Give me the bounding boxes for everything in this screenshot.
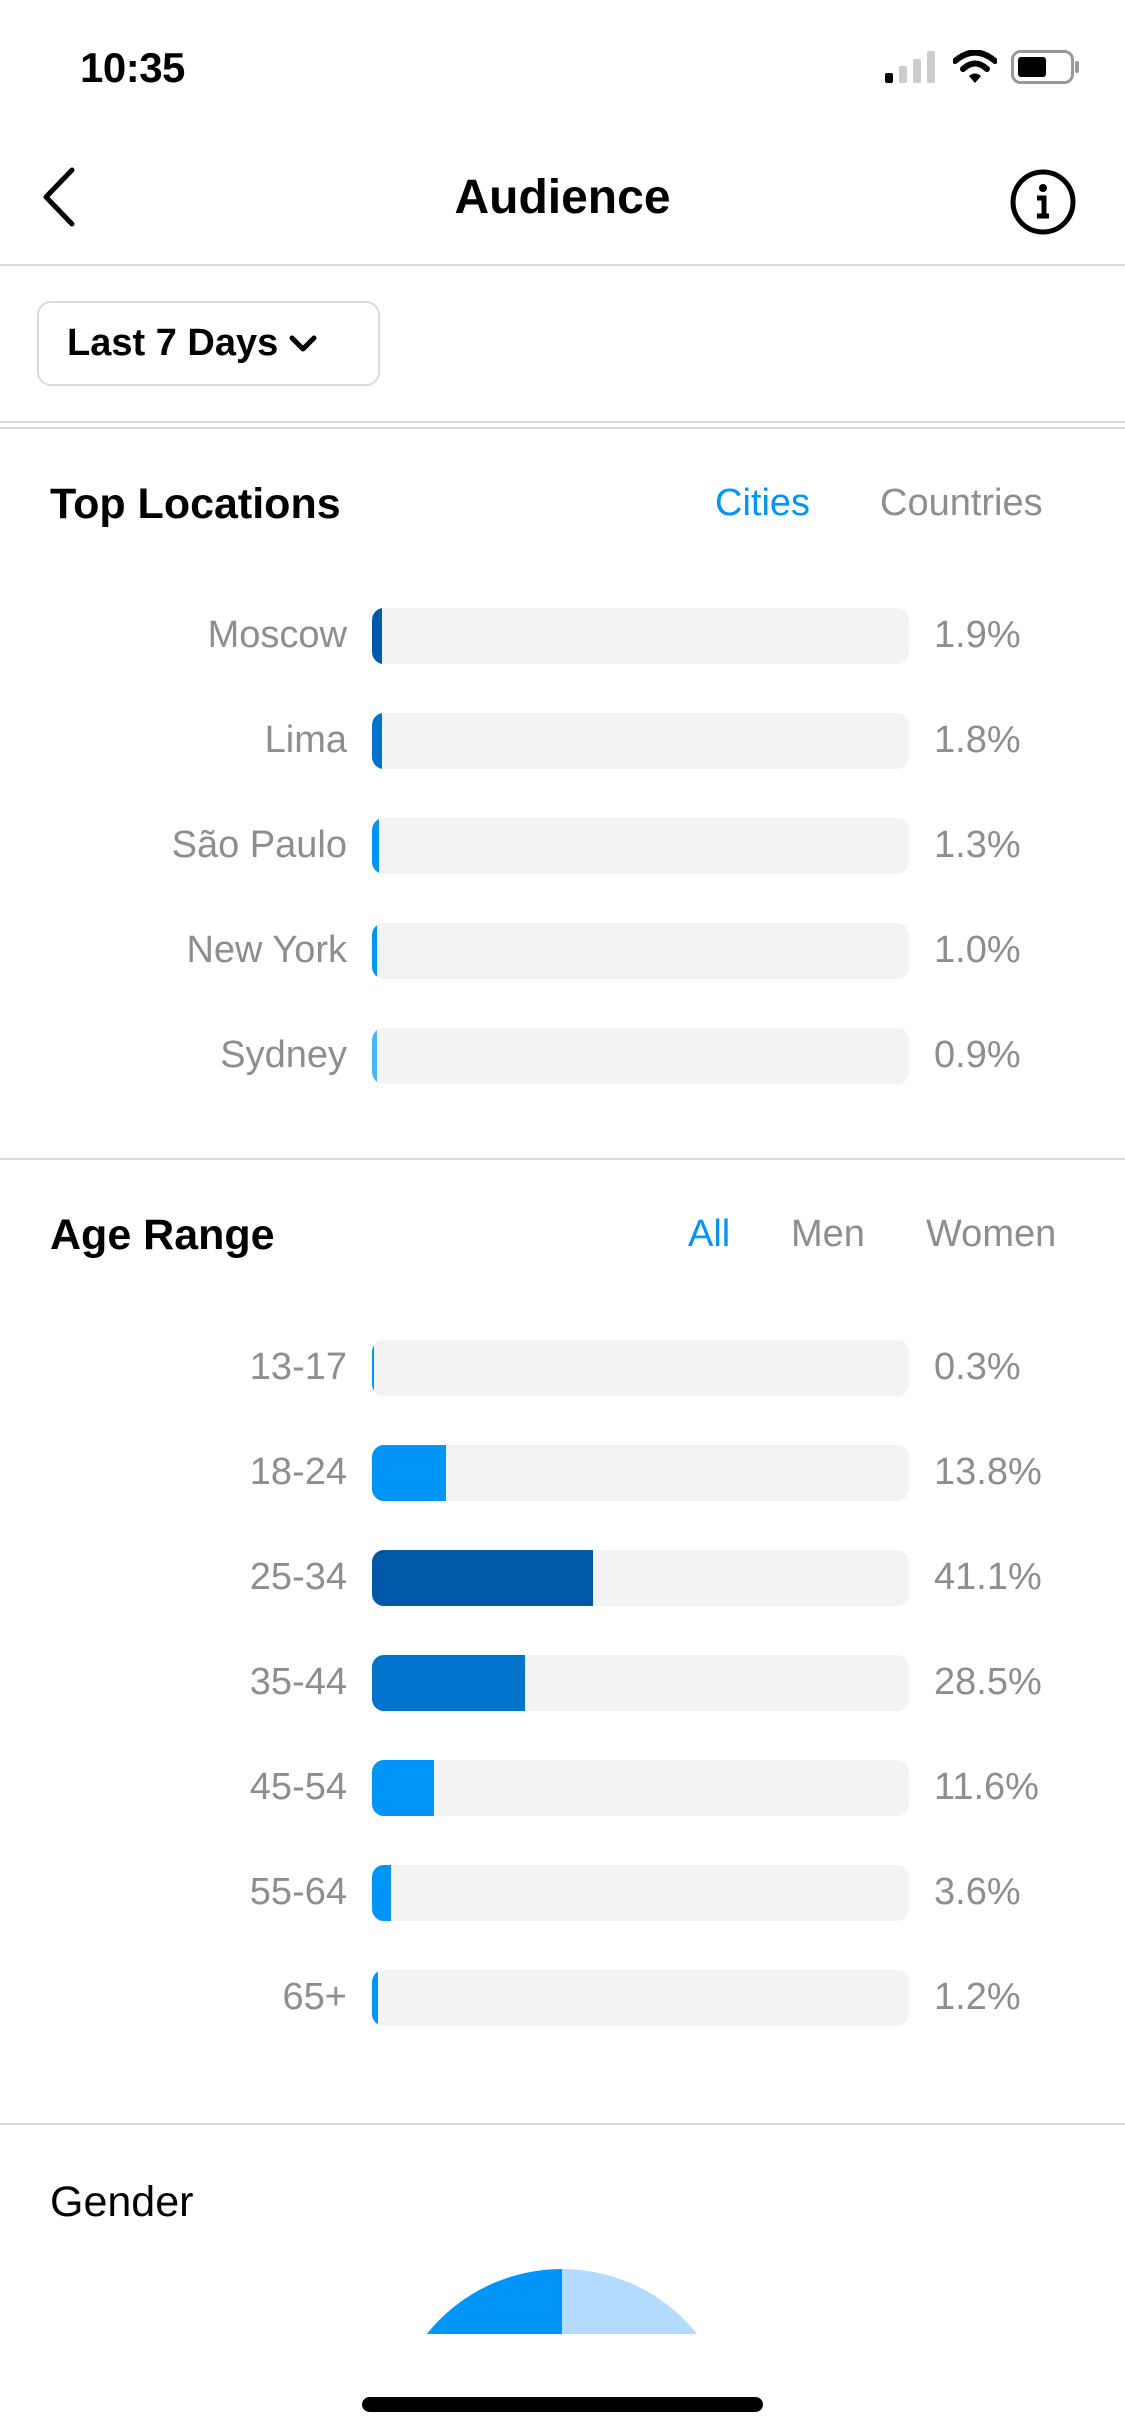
row-value: 28.5% — [934, 1661, 1042, 1703]
tab-countries[interactable]: Countries — [880, 482, 1043, 525]
bar-fill — [372, 1340, 374, 1396]
bar-fill — [372, 923, 378, 979]
bar-row: 45-54 11.6% — [0, 1760, 1125, 1816]
chevron-down-icon — [289, 335, 317, 351]
row-label: São Paulo — [171, 824, 347, 866]
bar-track — [372, 1970, 909, 2026]
bar-row: Sydney 0.9% — [0, 1028, 1125, 1084]
page-title: Audience — [454, 171, 671, 224]
bar-track — [372, 608, 909, 664]
row-label: 13-17 — [249, 1346, 347, 1388]
date-range-label: Last 7 Days — [67, 322, 279, 364]
bar-row: 55-64 3.6% — [0, 1865, 1125, 1921]
info-icon[interactable] — [1009, 168, 1077, 236]
bar-track — [372, 1865, 909, 1921]
row-label: 45-54 — [249, 1766, 347, 1808]
bar-track — [372, 1760, 909, 1816]
divider — [0, 264, 1125, 266]
divider — [0, 427, 1125, 429]
bar-track — [372, 818, 909, 874]
row-value: 1.0% — [934, 929, 1021, 971]
bar-fill — [372, 1760, 435, 1816]
divider — [0, 1158, 1125, 1160]
status-icons — [885, 50, 1081, 84]
gender-chart — [426, 2269, 698, 2334]
row-value: 13.8% — [934, 1451, 1042, 1493]
bar-row: 18-24 13.8% — [0, 1445, 1125, 1501]
tab-all[interactable]: All — [688, 1213, 730, 1256]
home-indicator[interactable] — [362, 2397, 763, 2412]
gender-slice-secondary — [562, 2269, 698, 2334]
row-value: 1.2% — [934, 1976, 1021, 2018]
bar-row: 65+ 1.2% — [0, 1970, 1125, 2026]
bar-track — [372, 713, 909, 769]
bar-fill — [372, 713, 382, 769]
bar-row: 35-44 28.5% — [0, 1655, 1125, 1711]
bar-row: New York 1.0% — [0, 923, 1125, 979]
row-value: 3.6% — [934, 1871, 1021, 1913]
bar-fill — [372, 1445, 447, 1501]
bar-row: São Paulo 1.3% — [0, 818, 1125, 874]
row-label: 18-24 — [249, 1451, 347, 1493]
row-value: 41.1% — [934, 1556, 1042, 1598]
row-value: 0.9% — [934, 1034, 1021, 1076]
row-value: 0.3% — [934, 1346, 1021, 1388]
bar-row: Moscow 1.9% — [0, 608, 1125, 664]
bar-fill — [372, 1550, 593, 1606]
row-label: 65+ — [282, 1976, 347, 2018]
bar-track — [372, 1655, 909, 1711]
bar-fill — [372, 818, 379, 874]
bar-track — [372, 1028, 909, 1084]
age-range-title: Age Range — [50, 1211, 275, 1259]
bar-track — [372, 1445, 909, 1501]
status-time: 10:35 — [80, 44, 185, 91]
row-value: 1.9% — [934, 614, 1021, 656]
cellular-signal-icon — [885, 51, 935, 83]
gender-title: Gender — [50, 2178, 194, 2226]
bar-track — [372, 1340, 909, 1396]
bar-track — [372, 1550, 909, 1606]
row-label: 25-34 — [249, 1556, 347, 1598]
bar-fill — [372, 1865, 392, 1921]
tab-cities[interactable]: Cities — [715, 482, 810, 525]
row-value: 11.6% — [934, 1766, 1039, 1808]
row-label: Lima — [264, 719, 347, 761]
bar-fill — [372, 1028, 377, 1084]
divider — [0, 2123, 1125, 2125]
tab-women[interactable]: Women — [926, 1213, 1056, 1256]
bar-track — [372, 923, 909, 979]
row-label: New York — [186, 929, 347, 971]
row-value: 1.8% — [934, 719, 1021, 761]
row-label: 55-64 — [249, 1871, 347, 1913]
row-label: 35-44 — [249, 1661, 347, 1703]
battery-icon — [1011, 50, 1079, 84]
bar-row: 13-17 0.3% — [0, 1340, 1125, 1396]
row-label: Moscow — [207, 614, 347, 656]
wifi-icon — [953, 50, 997, 83]
row-label: Sydney — [220, 1034, 347, 1076]
top-locations-title: Top Locations — [50, 480, 341, 528]
bar-row: 25-34 41.1% — [0, 1550, 1125, 1606]
row-value: 1.3% — [934, 824, 1021, 866]
bar-fill — [372, 1655, 526, 1711]
date-range-dropdown[interactable]: Last 7 Days — [37, 301, 380, 386]
bar-fill — [372, 1970, 379, 2026]
bar-row: Lima 1.8% — [0, 713, 1125, 769]
bar-fill — [372, 608, 383, 664]
gender-slice-primary — [426, 2269, 562, 2334]
tab-men[interactable]: Men — [791, 1213, 865, 1256]
divider — [0, 421, 1125, 423]
